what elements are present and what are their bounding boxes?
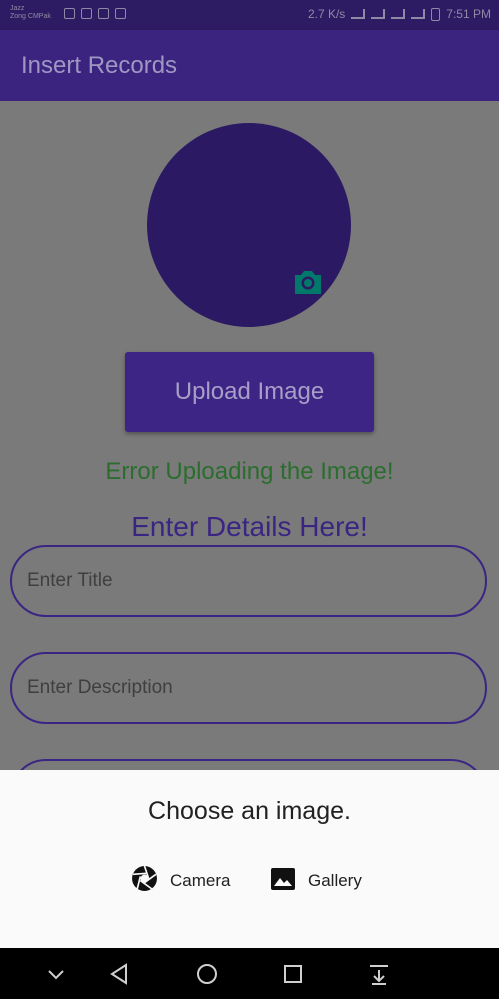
recents-icon[interactable]: [280, 961, 306, 987]
app-bar: Insert Records: [0, 30, 499, 101]
page-title: Insert Records: [21, 52, 178, 79]
carrier-line-1: Jazz: [10, 5, 25, 12]
camera-option[interactable]: Camera: [131, 865, 231, 897]
upload-image-button[interactable]: Upload Image: [125, 352, 374, 432]
carrier-labels: Jazz Zong CMPak: [10, 5, 51, 21]
battery-icon: [431, 7, 441, 21]
image-icon: [270, 866, 296, 897]
status-bar: Jazz Zong CMPak 2.7 K/s 7:51 PM: [0, 0, 499, 30]
title-placeholder: Enter Title: [27, 570, 113, 591]
back-icon[interactable]: [107, 961, 133, 987]
camera-icon[interactable]: [292, 267, 324, 297]
instagram-icon: [81, 8, 92, 19]
sheet-heading: Choose an image.: [148, 797, 351, 825]
description-field[interactable]: Enter Description: [10, 652, 487, 724]
camera-option-label: Camera: [170, 871, 231, 890]
signal-2-icon: [411, 9, 426, 19]
status-time: 7:51 PM: [446, 7, 491, 21]
navigation-bar: [0, 948, 499, 999]
hotspot-icon: [351, 9, 366, 19]
chevron-down-icon[interactable]: [43, 961, 69, 987]
description-placeholder: Enter Description: [27, 677, 173, 698]
mail-icon: [98, 8, 109, 19]
gallery-option-label: Gallery: [308, 871, 362, 890]
notification-pull-icon[interactable]: [366, 961, 392, 987]
title-field[interactable]: Enter Title: [10, 545, 487, 617]
main-content: Upload Image Error Uploading the Image! …: [0, 101, 499, 831]
details-heading: Enter Details Here!: [131, 511, 368, 542]
snapchat-icon: [64, 8, 75, 19]
image-source-sheet: Choose an image. Camera Gallery: [0, 770, 499, 948]
home-icon[interactable]: [194, 961, 220, 987]
carrier-line-2: Zong CMPak: [10, 13, 51, 20]
download-icon: [115, 8, 126, 19]
gallery-option[interactable]: Gallery: [270, 866, 362, 896]
error-message: Error Uploading the Image!: [105, 458, 394, 485]
status-right: 2.7 K/s 7:51 PM: [308, 7, 491, 21]
notification-icons: [64, 8, 126, 19]
camera-aperture-icon: [131, 865, 158, 897]
signal-icon: [391, 9, 406, 19]
network-speed: 2.7 K/s: [307, 7, 346, 21]
vibrate-icon: [371, 9, 386, 19]
